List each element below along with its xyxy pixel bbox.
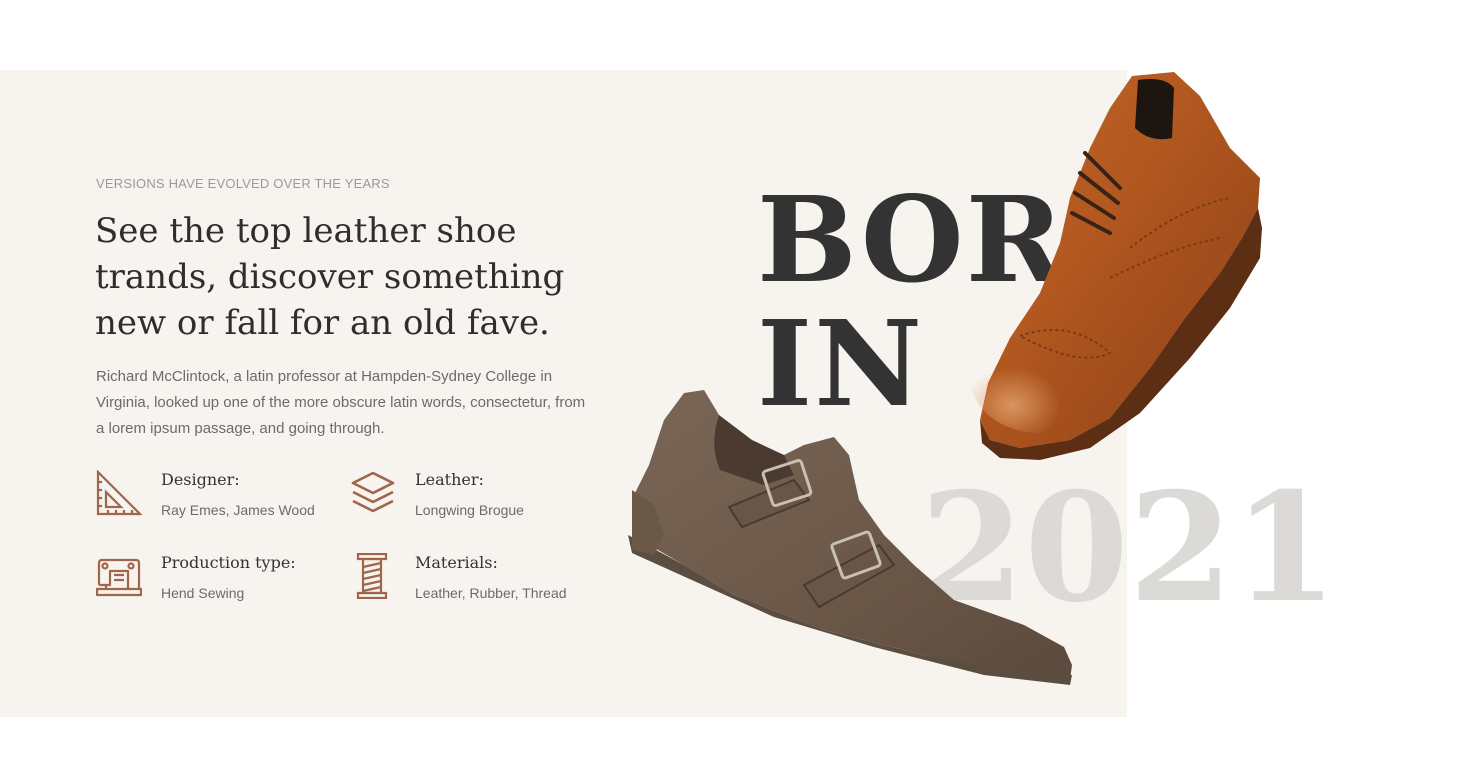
layers-icon (350, 470, 396, 516)
feature-title: Designer: (161, 470, 240, 489)
sewing-machine-icon (95, 553, 143, 599)
feature-production-type: Production type: Hend Sewing (95, 553, 336, 609)
section-description: Richard McClintock, a latin professor at… (96, 368, 586, 437)
feature-leather: Leather: Longwing Brogue (350, 470, 590, 526)
set-square-icon (96, 469, 143, 516)
feature-designer: Designer: Ray Emes, James Wood (96, 469, 336, 526)
brown-brogue-shoe-image (970, 72, 1262, 460)
section-eyebrow: VERSIONS HAVE EVOLVED OVER THE YEARS (96, 176, 390, 191)
feature-materials: Materials: Leather, Rubber, Thread (350, 552, 590, 609)
feature-title: Materials: (415, 553, 498, 572)
feature-title: Production type: (161, 553, 296, 572)
feature-value: Leather, Rubber, Thread (415, 585, 567, 601)
feature-value: Hend Sewing (161, 585, 245, 601)
thread-spool-icon (350, 552, 396, 600)
feature-value: Longwing Brogue (415, 502, 524, 518)
section-headline: See the top leather shoe trands, discove… (95, 211, 565, 343)
feature-value: Ray Emes, James Wood (161, 502, 315, 518)
feature-title: Leather: (415, 470, 484, 489)
